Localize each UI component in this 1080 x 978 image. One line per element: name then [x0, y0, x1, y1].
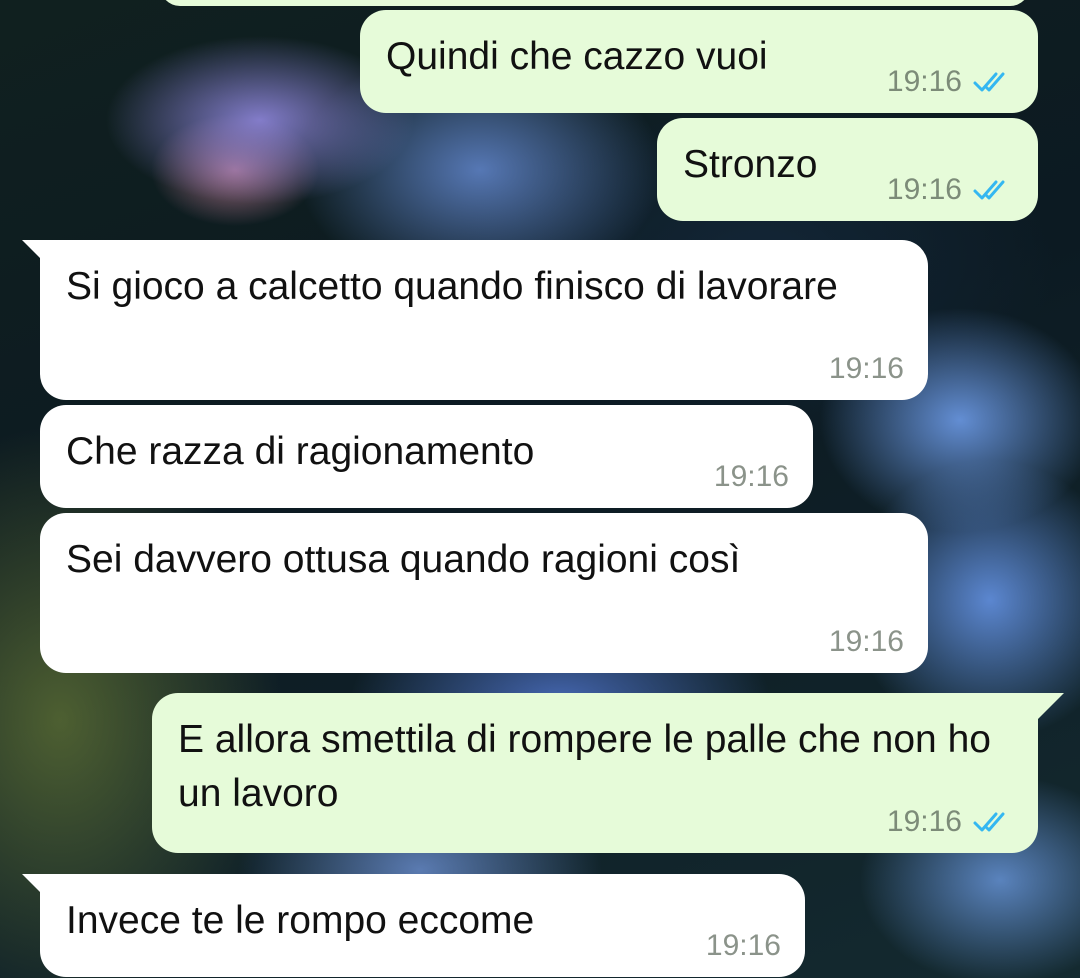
message-time: 19:16	[828, 352, 904, 385]
message-time: 19:16	[828, 625, 904, 658]
message-text: Invece te le rompo eccome	[66, 899, 535, 942]
double-check-icon	[973, 180, 1005, 200]
message-time: 19:16	[886, 173, 962, 206]
message-bubble-incoming[interactable]: Che razza di ragionamento 19:16	[40, 405, 813, 508]
message-text: Sei davvero ottusa quando ragioni così	[66, 538, 741, 581]
double-check-icon	[973, 812, 1005, 832]
message-meta: 19:16	[706, 931, 781, 961]
previous-message-bubble-edge	[160, 0, 1030, 6]
message-bubble-outgoing[interactable]: Stronzo 19:16	[657, 118, 1038, 221]
message-bubble-incoming[interactable]: Si gioco a calcetto quando finisco di la…	[40, 240, 928, 400]
message-bubble-outgoing[interactable]: Quindi che cazzo vuoi 19:16	[360, 10, 1038, 113]
message-meta: 19:16	[887, 175, 1014, 205]
message-meta: 19:16	[829, 354, 904, 384]
message-bubble-incoming[interactable]: Sei davvero ottusa quando ragioni così 1…	[40, 513, 928, 673]
message-meta: 19:16	[887, 807, 1014, 837]
message-time: 19:16	[705, 929, 781, 962]
message-meta: 19:16	[829, 627, 904, 657]
message-time: 19:16	[713, 460, 789, 493]
message-meta: 19:16	[714, 462, 789, 492]
message-bubble-incoming[interactable]: Invece te le rompo eccome 19:16	[40, 874, 805, 977]
message-text: Si gioco a calcetto quando finisco di la…	[66, 265, 838, 308]
double-check-icon	[973, 72, 1005, 92]
message-text: Che razza di ragionamento	[66, 430, 535, 473]
message-time: 19:16	[886, 65, 962, 98]
message-meta: 19:16	[887, 67, 1014, 97]
message-time: 19:16	[886, 805, 962, 838]
bubble-tail	[1038, 693, 1064, 719]
message-bubble-outgoing[interactable]: E allora smettila di rompere le palle ch…	[152, 693, 1038, 853]
